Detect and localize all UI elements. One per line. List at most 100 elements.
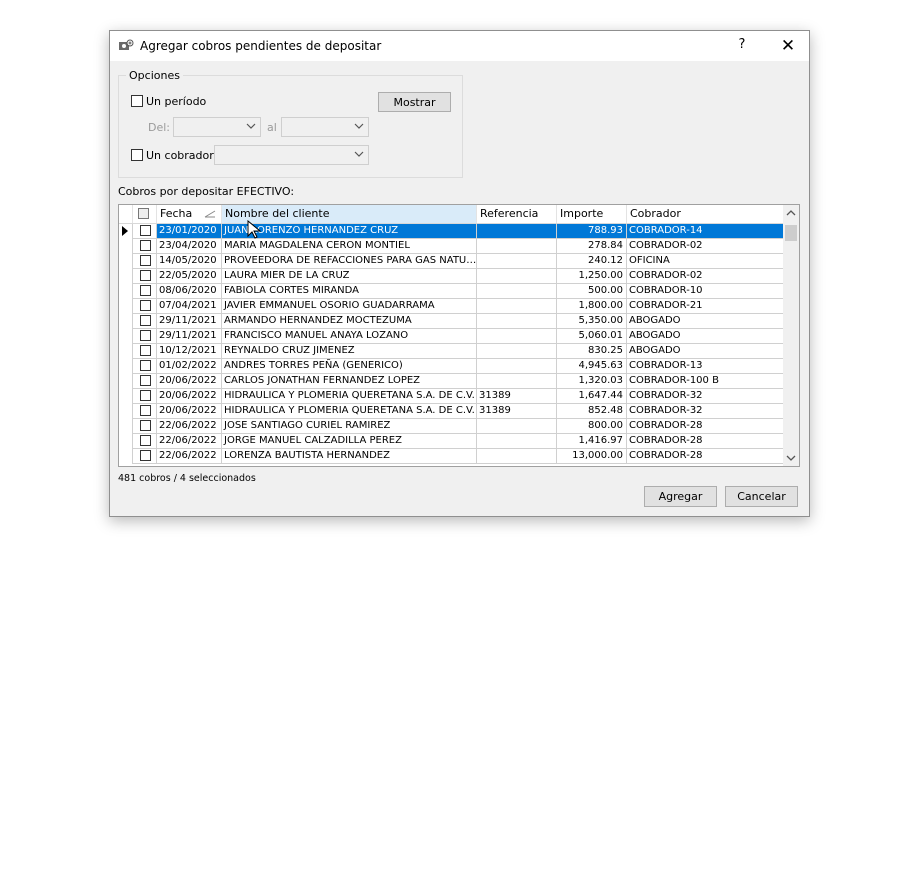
cell-cobrador[interactable]: COBRADOR-32 — [627, 389, 784, 404]
row-select-checkbox[interactable] — [140, 300, 151, 311]
cell-cliente[interactable]: REYNALDO CRUZ JIMENEZ — [222, 344, 477, 359]
cell-fecha[interactable]: 20/06/2022 — [157, 404, 222, 419]
to-date-combo[interactable] — [281, 117, 369, 137]
table-row[interactable]: 08/06/2020 FABIOLA CORTES MIRANDA 500.00 CO… — [119, 284, 784, 299]
cell-cobrador[interactable]: COBRADOR-100 B — [627, 374, 784, 389]
cell-fecha[interactable]: 01/02/2022 — [157, 359, 222, 374]
cell-importe[interactable]: 13,000.00 — [557, 449, 627, 464]
cell-cobrador[interactable]: ABOGADO — [627, 329, 784, 344]
row-select-checkbox[interactable] — [140, 315, 151, 326]
cell-importe[interactable]: 5,350.00 — [557, 314, 627, 329]
cell-cliente[interactable]: LAURA MIER DE LA CRUZ — [222, 269, 477, 284]
cell-importe[interactable]: 788.93 — [557, 224, 627, 239]
table-row[interactable]: 23/01/2020 JUAN LORENZO HERNANDEZ CRUZ 788… — [119, 224, 784, 239]
cell-ref[interactable]: 31389 — [477, 389, 557, 404]
cell-cobrador[interactable]: COBRADOR-10 — [627, 284, 784, 299]
table-row[interactable]: 22/06/2022 JORGE MANUEL CALZADILLA PEREZ 1… — [119, 434, 784, 449]
table-row[interactable]: 22/06/2022 JOSE SANTIAGO CURIEL RAMIREZ 80… — [119, 419, 784, 434]
row-select-checkbox[interactable] — [140, 330, 151, 341]
cell-fecha[interactable]: 14/05/2020 — [157, 254, 222, 269]
column-header-cobrador[interactable]: Cobrador — [627, 205, 784, 223]
row-select-checkbox[interactable] — [140, 390, 151, 401]
cell-importe[interactable]: 4,945.63 — [557, 359, 627, 374]
cell-cobrador[interactable]: COBRADOR-28 — [627, 434, 784, 449]
cell-importe[interactable]: 5,060.01 — [557, 329, 627, 344]
cell-cliente[interactable]: JAVIER EMMANUEL OSORIO GUADARRAMA — [222, 299, 477, 314]
table-row[interactable]: 01/02/2022 ANDRES TORRES PEÑA (GENERICO) 4… — [119, 359, 784, 374]
cell-fecha[interactable]: 29/11/2021 — [157, 314, 222, 329]
cell-ref[interactable] — [477, 224, 557, 239]
cell-ref[interactable] — [477, 374, 557, 389]
row-select-checkbox[interactable] — [140, 405, 151, 416]
cell-cliente[interactable]: ARMANDO HERNANDEZ MOCTEZUMA — [222, 314, 477, 329]
row-select-checkbox[interactable] — [140, 375, 151, 386]
row-select-checkbox[interactable] — [140, 420, 151, 431]
cell-cliente[interactable]: ANDRES TORRES PEÑA (GENERICO) — [222, 359, 477, 374]
cell-cliente[interactable]: FRANCISCO MANUEL ANAYA LOZANO — [222, 329, 477, 344]
table-row[interactable]: 22/05/2020 LAURA MIER DE LA CRUZ 1,250.00 C… — [119, 269, 784, 284]
row-select-checkbox[interactable] — [140, 240, 151, 251]
cell-cobrador[interactable]: COBRADOR-28 — [627, 449, 784, 464]
period-checkbox[interactable] — [131, 95, 143, 107]
column-header-fecha[interactable]: Fecha — [157, 205, 222, 223]
cell-cobrador[interactable]: COBRADOR-28 — [627, 419, 784, 434]
add-button[interactable]: Agregar — [644, 486, 717, 507]
cell-importe[interactable]: 240.12 — [557, 254, 627, 269]
cell-cliente[interactable]: HIDRAULICA Y PLOMERIA QUERETANA S.A. DE … — [222, 404, 477, 419]
cell-cobrador[interactable]: COBRADOR-21 — [627, 299, 784, 314]
cell-cobrador[interactable]: COBRADOR-13 — [627, 359, 784, 374]
cell-cobrador[interactable]: COBRADOR-02 — [627, 269, 784, 284]
table-row[interactable]: 22/06/2022 LORENZA BAUTISTA HERNANDEZ 13,0… — [119, 449, 784, 464]
row-select-checkbox[interactable] — [140, 450, 151, 461]
scroll-up-icon[interactable] — [786, 209, 796, 217]
cell-fecha[interactable]: 08/06/2020 — [157, 284, 222, 299]
cell-cobrador[interactable]: COBRADOR-02 — [627, 239, 784, 254]
table-row[interactable]: 20/06/2022 CARLOS JONATHAN FERNANDEZ LOPE… — [119, 374, 784, 389]
cell-ref[interactable] — [477, 314, 557, 329]
table-row[interactable]: 29/11/2021 FRANCISCO MANUEL ANAYA LOZANO 5… — [119, 329, 784, 344]
collector-checkbox[interactable] — [131, 149, 143, 161]
cell-importe[interactable]: 278.84 — [557, 239, 627, 254]
cell-ref[interactable] — [477, 359, 557, 374]
cell-cobrador[interactable]: OFICINA — [627, 254, 784, 269]
row-select-checkbox[interactable] — [140, 360, 151, 371]
cell-fecha[interactable]: 20/06/2022 — [157, 374, 222, 389]
cell-ref[interactable] — [477, 434, 557, 449]
cell-ref[interactable] — [477, 284, 557, 299]
scrollbar-thumb[interactable] — [785, 225, 797, 241]
cell-importe[interactable]: 1,800.00 — [557, 299, 627, 314]
row-select-checkbox[interactable] — [140, 255, 151, 266]
cell-cliente[interactable]: CARLOS JONATHAN FERNANDEZ LOPEZ — [222, 374, 477, 389]
cell-fecha[interactable]: 22/06/2022 — [157, 434, 222, 449]
cell-cliente[interactable]: JORGE MANUEL CALZADILLA PEREZ — [222, 434, 477, 449]
row-select-checkbox[interactable] — [140, 285, 151, 296]
cell-fecha[interactable]: 22/05/2020 — [157, 269, 222, 284]
cell-cobrador[interactable]: ABOGADO — [627, 344, 784, 359]
table-row[interactable]: 14/05/2020 PROVEEDORA DE REFACCIONES PARA… — [119, 254, 784, 269]
cell-ref[interactable] — [477, 344, 557, 359]
cell-cliente[interactable]: HIDRAULICA Y PLOMERIA QUERETANA S.A. DE … — [222, 389, 477, 404]
cell-importe[interactable]: 1,320.03 — [557, 374, 627, 389]
cell-importe[interactable]: 852.48 — [557, 404, 627, 419]
show-button[interactable]: Mostrar — [378, 92, 451, 112]
cell-ref[interactable] — [477, 329, 557, 344]
cell-cobrador[interactable]: COBRADOR-32 — [627, 404, 784, 419]
payments-grid[interactable]: Fecha Nombre del cliente Referencia Impo… — [118, 204, 800, 467]
cell-ref[interactable] — [477, 269, 557, 284]
vertical-scrollbar[interactable] — [783, 205, 799, 466]
cell-cliente[interactable]: LORENZA BAUTISTA HERNANDEZ — [222, 449, 477, 464]
cell-importe[interactable]: 830.25 — [557, 344, 627, 359]
cell-ref[interactable] — [477, 254, 557, 269]
table-row[interactable]: 20/06/2022 HIDRAULICA Y PLOMERIA QUERETAN… — [119, 389, 784, 404]
cell-cobrador[interactable]: ABOGADO — [627, 314, 784, 329]
cell-cliente[interactable]: MARIA MAGDALENA CERON MONTIEL — [222, 239, 477, 254]
cell-fecha[interactable]: 23/04/2020 — [157, 239, 222, 254]
cell-importe[interactable]: 1,647.44 — [557, 389, 627, 404]
scroll-down-icon[interactable] — [786, 454, 796, 462]
cell-ref[interactable] — [477, 299, 557, 314]
cell-ref[interactable] — [477, 419, 557, 434]
cell-fecha[interactable]: 22/06/2022 — [157, 449, 222, 464]
from-date-combo[interactable] — [173, 117, 261, 137]
collector-combo[interactable] — [214, 145, 369, 165]
cell-cliente[interactable]: JOSE SANTIAGO CURIEL RAMIREZ — [222, 419, 477, 434]
